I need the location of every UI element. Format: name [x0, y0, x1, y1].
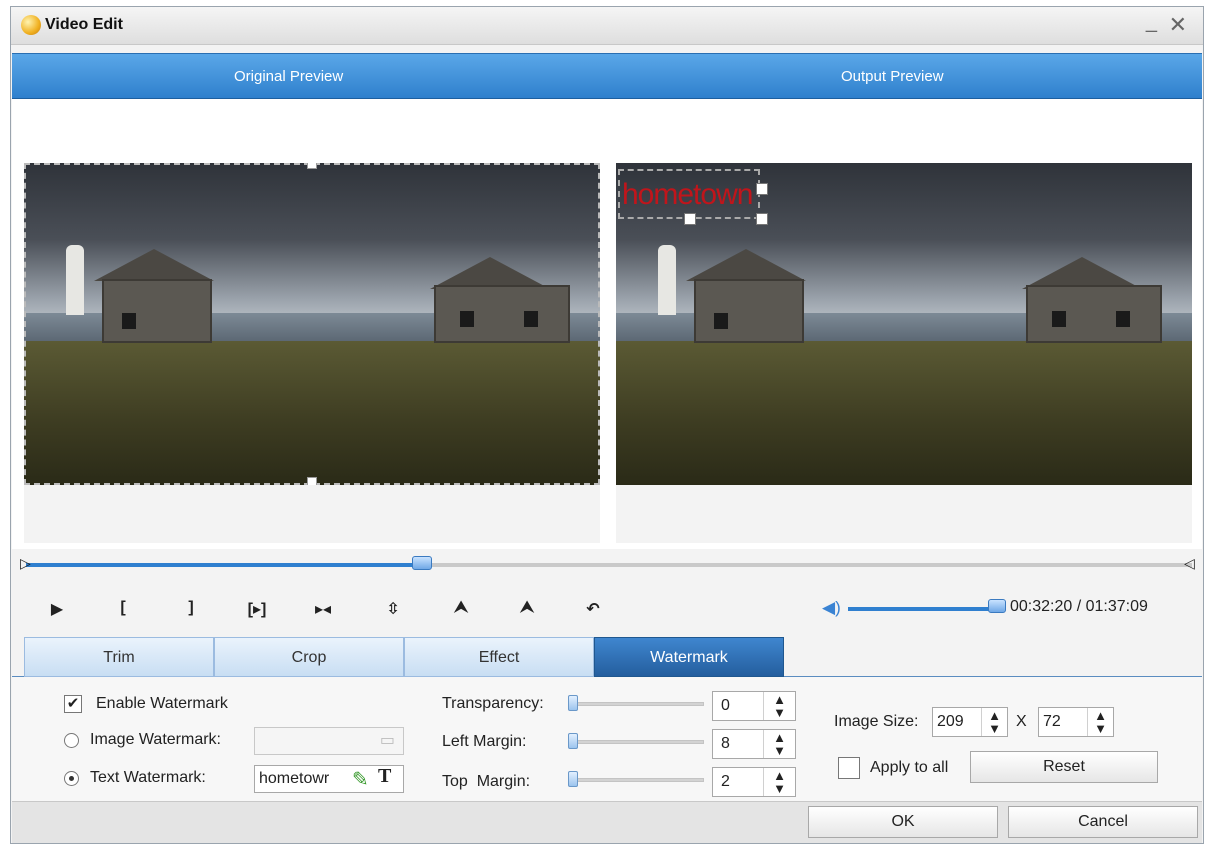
title-bar: Video Edit _ ✕ — [11, 7, 1203, 45]
dialog-footer: OK Cancel — [12, 801, 1202, 843]
time-current: 00:32:20 — [1010, 598, 1073, 615]
rotate-right-icon: ⮝ — [520, 599, 534, 616]
progress-fill — [26, 563, 423, 567]
folder-icon[interactable]: ▭ — [380, 728, 395, 754]
volume-slider[interactable] — [848, 607, 998, 611]
watermark-handle-right[interactable] — [756, 183, 768, 195]
bracket-open-icon: [ — [120, 599, 126, 616]
image-width-arrows-icon[interactable]: ▲ ▼ — [981, 708, 1007, 736]
crop-handle-bottom[interactable] — [307, 477, 317, 485]
tab-trim[interactable]: Trim — [24, 637, 214, 677]
transparency-slider[interactable] — [570, 702, 704, 706]
undo-button[interactable]: ↶ — [578, 599, 608, 623]
left-margin-arrows-icon[interactable]: ▲ ▼ — [763, 730, 795, 758]
watermark-handle-bottom[interactable] — [684, 213, 696, 225]
cancel-button[interactable]: Cancel — [1008, 806, 1198, 838]
time-total: 01:37:09 — [1085, 598, 1148, 615]
left-margin-slider[interactable] — [570, 740, 704, 744]
volume-thumb[interactable] — [988, 599, 1006, 613]
video-edit-dialog: Video Edit _ ✕ Original Preview Output P… — [10, 6, 1204, 844]
tab-crop[interactable]: Crop — [214, 637, 404, 677]
font-icon[interactable]: T — [378, 765, 391, 788]
close-button[interactable]: ✕ — [1169, 12, 1187, 38]
image-height-arrows-icon[interactable]: ▲ ▼ — [1087, 708, 1113, 736]
output-preview-label: Output Preview — [841, 68, 944, 85]
start-marker-icon[interactable]: ▷ — [20, 555, 31, 572]
transparency-thumb[interactable] — [568, 695, 578, 711]
ok-button[interactable]: OK — [808, 806, 998, 838]
original-preview-pane — [24, 163, 600, 543]
enable-watermark-label: Enable Watermark — [96, 695, 228, 712]
transparency-label: Transparency: — [442, 695, 544, 712]
left-margin-label: Left Margin: — [442, 733, 527, 750]
preview-area: hometown — [12, 99, 1202, 569]
left-margin-spinner[interactable]: 8 ▲ ▼ — [712, 729, 796, 759]
output-video-frame: hometown — [616, 163, 1192, 485]
apply-to-all-checkbox[interactable] — [838, 757, 860, 779]
text-watermark-radio[interactable] — [64, 771, 79, 786]
top-margin-spinner[interactable]: 2 ▲ ▼ — [712, 767, 796, 797]
image-width-spinner[interactable]: 209 ▲ ▼ — [932, 707, 1008, 737]
undo-icon: ↶ — [586, 601, 600, 618]
progress-thumb[interactable] — [412, 556, 433, 570]
text-watermark-label: Text Watermark: — [90, 769, 206, 786]
reset-button[interactable]: Reset — [970, 751, 1158, 783]
flip-vertical-button[interactable]: ⇳ — [378, 599, 408, 623]
minimize-button[interactable]: _ — [1146, 11, 1157, 34]
step-icon: ▸◂ — [314, 601, 332, 618]
image-size-label: Image Size: — [834, 713, 919, 730]
tab-effect[interactable]: Effect — [404, 637, 594, 677]
playback-controls: ▷ ◁ ▶ [] [▸] ▸◂ ⇳ ⮝ ⮝ ↶ ◀) 00:32:20 / 01:37:09 — [12, 549, 1202, 637]
watermark-handle-corner[interactable] — [756, 213, 768, 225]
watermark-panel: ✔ Enable Watermark Image Watermark: ▭ Te… — [12, 677, 1202, 801]
image-width-value[interactable]: 209 — [937, 713, 964, 731]
tab-watermark[interactable]: Watermark — [594, 637, 784, 677]
size-separator: X — [1016, 713, 1027, 730]
enable-watermark-checkbox[interactable]: ✔ — [64, 695, 82, 713]
transparency-arrows-icon[interactable]: ▲ ▼ — [763, 692, 795, 720]
window-title: Video Edit — [45, 16, 123, 33]
bracket-close-icon: ] — [188, 599, 194, 616]
image-watermark-label: Image Watermark: — [90, 731, 221, 748]
image-height-spinner[interactable]: 72 ▲ ▼ — [1038, 707, 1114, 737]
rotate-left-icon: ⮝ — [454, 599, 468, 616]
play-segment-icon: [▸] — [247, 601, 267, 618]
step-button[interactable]: ▸◂ — [308, 599, 338, 623]
original-video-frame — [24, 163, 600, 485]
image-watermark-radio[interactable] — [64, 733, 79, 748]
end-marker-icon[interactable]: ◁ — [1184, 555, 1195, 572]
app-logo-icon — [21, 15, 41, 35]
left-margin-thumb[interactable] — [568, 733, 578, 749]
top-margin-value[interactable]: 2 — [721, 773, 730, 791]
set-end-button[interactable]: ] — [176, 599, 206, 623]
transparency-spinner[interactable]: 0 ▲ ▼ — [712, 691, 796, 721]
set-start-button[interactable]: [ — [108, 599, 138, 623]
output-preview-pane: hometown — [616, 163, 1192, 543]
play-icon: ▶ — [50, 601, 64, 618]
apply-to-all-label: Apply to all — [870, 759, 949, 776]
top-margin-slider[interactable] — [570, 778, 704, 782]
volume-icon[interactable]: ◀) — [822, 598, 841, 618]
top-margin-arrows-icon[interactable]: ▲ ▼ — [763, 768, 795, 796]
image-watermark-field[interactable]: ▭ — [254, 727, 404, 755]
top-margin-label: Top Margin: — [442, 773, 531, 790]
flip-vertical-icon: ⇳ — [386, 601, 400, 618]
original-preview-label: Original Preview — [234, 68, 344, 85]
rotate-right-button[interactable]: ⮝ — [512, 599, 542, 623]
time-display: 00:32:20 / 01:37:09 — [1010, 598, 1148, 616]
transparency-value[interactable]: 0 — [721, 697, 730, 715]
progress-track[interactable] — [26, 556, 1192, 570]
top-margin-thumb[interactable] — [568, 771, 578, 787]
image-height-value[interactable]: 72 — [1043, 713, 1061, 731]
edit-tabs: Trim Crop Effect Watermark — [12, 637, 1202, 677]
pencil-icon[interactable]: ✎ — [352, 767, 369, 792]
preview-header: Original Preview Output Preview — [12, 53, 1202, 99]
crop-handle-top[interactable] — [307, 163, 317, 169]
watermark-text-overlay[interactable]: hometown — [618, 169, 760, 219]
rotate-left-button[interactable]: ⮝ — [446, 599, 476, 623]
play-button[interactable]: ▶ — [42, 599, 72, 623]
left-margin-value[interactable]: 8 — [721, 735, 730, 753]
play-segment-button[interactable]: [▸] — [242, 599, 272, 623]
time-separator: / — [1072, 598, 1086, 615]
